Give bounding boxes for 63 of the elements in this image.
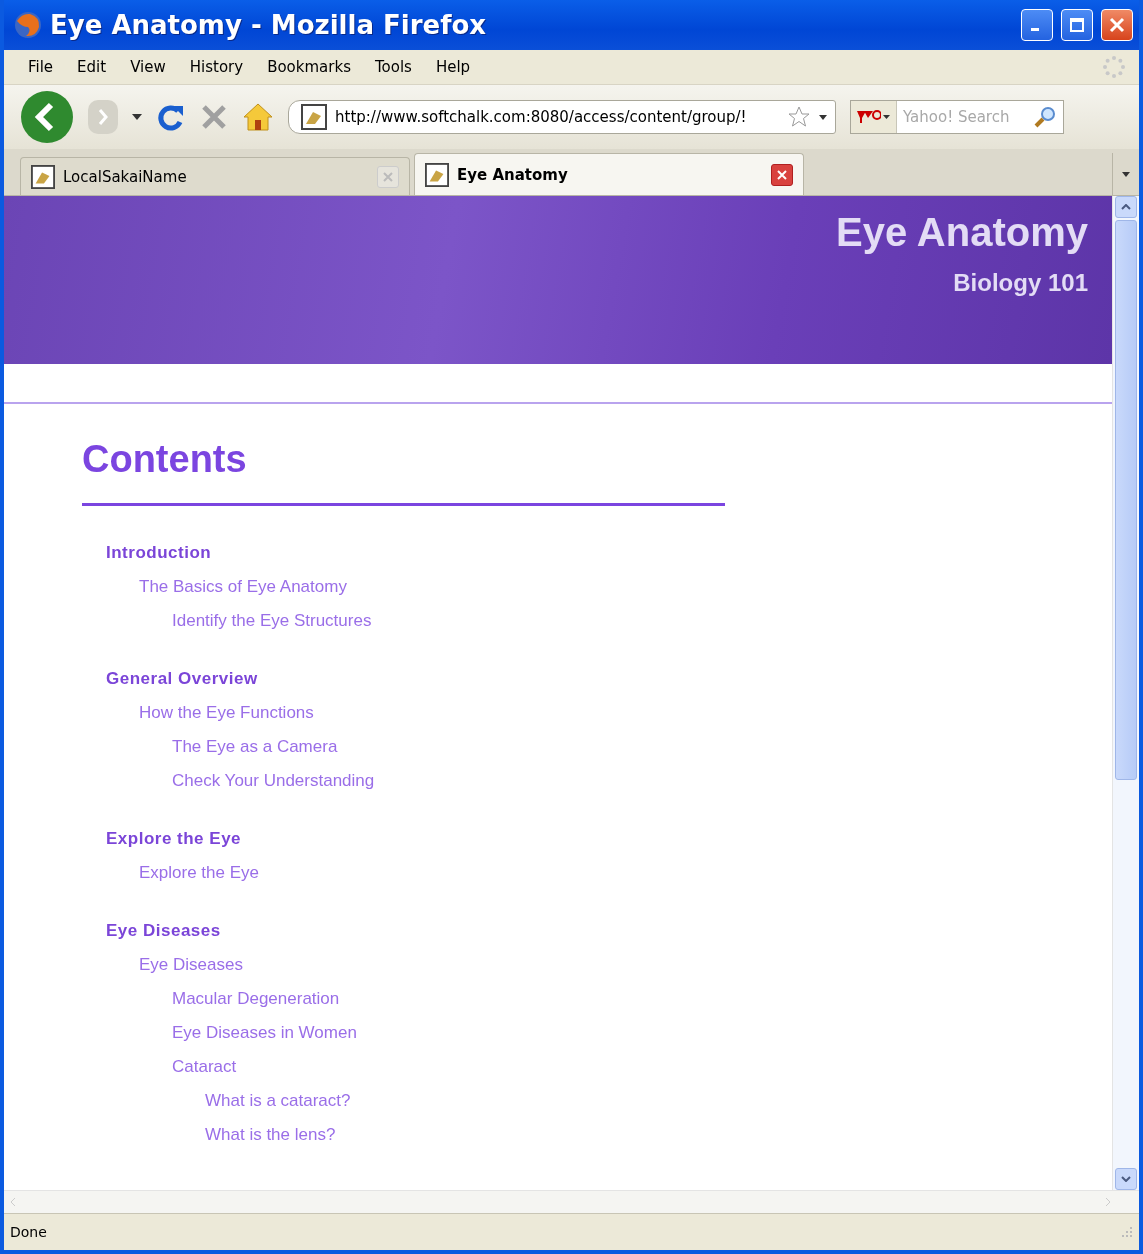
contents-link[interactable]: Eye Diseases in Women bbox=[172, 1016, 357, 1050]
home-button[interactable] bbox=[242, 102, 274, 132]
close-icon bbox=[1109, 17, 1125, 33]
maximize-icon bbox=[1069, 17, 1085, 33]
vertical-scrollbar[interactable] bbox=[1112, 196, 1139, 1190]
contents-link[interactable]: Check Your Understanding bbox=[172, 764, 375, 798]
contents-link[interactable]: Cataract bbox=[172, 1050, 237, 1084]
throbber-icon bbox=[1101, 54, 1127, 80]
search-placeholder: Yahoo! Search bbox=[903, 108, 1011, 126]
contents-link[interactable]: Identify the Eye Structures bbox=[172, 604, 372, 638]
url-text: http://www.softchalk.com:8080/access/content/group/! bbox=[335, 108, 748, 126]
menu-item[interactable]: Edit bbox=[65, 54, 119, 80]
dropdown-caret-icon[interactable] bbox=[819, 114, 827, 120]
search-engine-logo-icon bbox=[857, 109, 881, 125]
menu-item[interactable]: History bbox=[177, 54, 256, 80]
page-favicon-icon bbox=[425, 162, 449, 187]
status-text: Done bbox=[10, 1224, 48, 1240]
menu-item[interactable]: File bbox=[16, 54, 66, 80]
section-link[interactable]: General Overview bbox=[106, 662, 258, 696]
menu-item[interactable]: Tools bbox=[362, 54, 424, 80]
back-button[interactable] bbox=[20, 90, 74, 144]
fox-globe-icon bbox=[14, 11, 42, 39]
address-field[interactable]: http://www.softchalk.com:8080/access/content/group/! bbox=[288, 100, 836, 134]
page-favicon-icon bbox=[301, 104, 327, 130]
section-link[interactable]: Eye Diseases bbox=[106, 914, 221, 948]
menu-item[interactable]: View bbox=[118, 54, 178, 80]
resize-grip-icon[interactable] bbox=[1121, 1226, 1133, 1238]
minimize-icon bbox=[1031, 28, 1039, 31]
contents-link[interactable]: The Eye as a Camera bbox=[172, 730, 338, 764]
scrollbar-thumb[interactable] bbox=[1115, 220, 1137, 780]
minimize-button[interactable] bbox=[1021, 9, 1053, 41]
scroll-up-button[interactable] bbox=[1115, 196, 1137, 218]
window-title: Eye Anatomy - Mozilla Firefox bbox=[50, 10, 488, 40]
contents-link[interactable]: Macular Degeneration bbox=[172, 982, 340, 1016]
banner-subtitle: Biology 101 bbox=[953, 269, 1088, 297]
contents-link[interactable]: What is a cataract? bbox=[205, 1084, 351, 1118]
close-icon bbox=[777, 169, 787, 180]
browser-tab[interactable]: Eye Anatomy bbox=[414, 153, 804, 195]
reload-button[interactable] bbox=[156, 102, 186, 132]
menu-item[interactable]: Help bbox=[423, 54, 483, 80]
search-icon[interactable] bbox=[1033, 105, 1057, 129]
caret-icon bbox=[1122, 171, 1130, 177]
contents-link[interactable]: Explore the Eye bbox=[139, 856, 259, 890]
contents-heading: Contents bbox=[82, 438, 247, 481]
browser-tab[interactable]: LocalSakaiName bbox=[20, 157, 410, 195]
banner-title: Eye Anatomy bbox=[836, 210, 1088, 255]
close-button[interactable] bbox=[1101, 9, 1133, 41]
bookmark-star-icon[interactable] bbox=[787, 105, 811, 129]
section-link[interactable]: Introduction bbox=[106, 536, 212, 570]
stop-button[interactable] bbox=[200, 103, 228, 131]
dropdown-caret-icon[interactable] bbox=[132, 114, 142, 120]
contents-link[interactable]: The Basics of Eye Anatomy bbox=[139, 570, 347, 604]
contents-link[interactable]: How the Eye Functions bbox=[139, 696, 314, 730]
menu-item[interactable]: Bookmarks bbox=[255, 54, 363, 80]
maximize-button[interactable] bbox=[1061, 9, 1093, 41]
contents-link[interactable]: What is the lens? bbox=[205, 1118, 336, 1152]
tab-close-button[interactable] bbox=[771, 163, 793, 186]
section-link[interactable]: Explore the Eye bbox=[106, 822, 242, 856]
close-icon bbox=[383, 171, 393, 182]
scroll-down-button[interactable] bbox=[1115, 1168, 1137, 1190]
page-favicon-icon bbox=[31, 164, 55, 189]
contents-link[interactable]: Eye Diseases bbox=[139, 948, 243, 982]
dropdown-caret-icon[interactable] bbox=[883, 115, 890, 119]
